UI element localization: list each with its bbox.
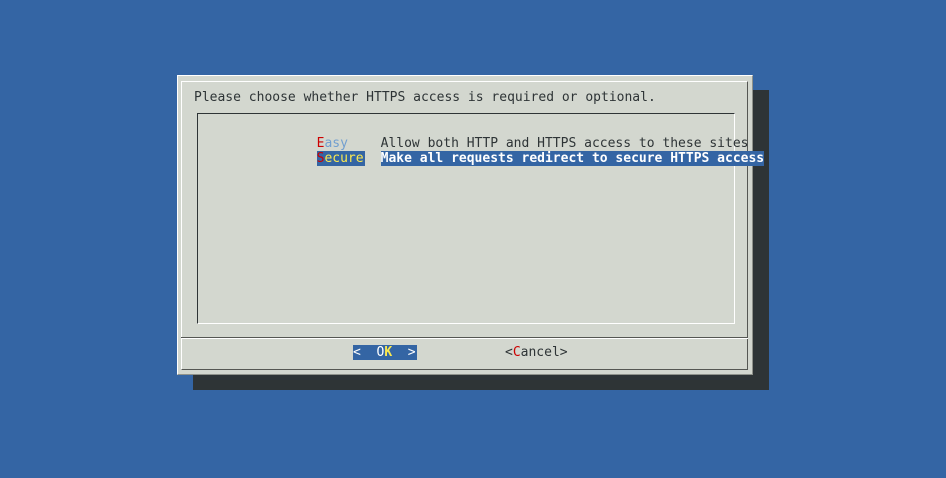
ok-bracket-right: > [392, 345, 416, 360]
tag-text: ecure [324, 151, 364, 166]
dialog-prompt: Please choose whether HTTPS access is re… [194, 90, 656, 105]
button-separator [181, 337, 748, 339]
cancel-hotkey: C [512, 345, 521, 360]
cancel-label-rest: ancel [520, 345, 560, 360]
menu-item-tag: Secure [316, 151, 365, 166]
cancel-button[interactable]: <Cancel> [505, 345, 568, 360]
ok-hotkey: K [384, 345, 393, 360]
menu-item-easy[interactable]: Easy Allow both HTTP and HTTPS access to … [254, 121, 749, 151]
menu-list: Easy Allow both HTTP and HTTPS access to … [197, 113, 765, 324]
menu-item-secure[interactable]: Secure Make all requests redirect to secu… [254, 136, 765, 166]
menu-item-description: Make all requests redirect to secure HTT… [380, 151, 765, 166]
ok-bracket-left: < [353, 345, 377, 360]
https-choice-dialog: Please choose whether HTTPS access is re… [177, 75, 765, 375]
cancel-bracket-left: < [505, 345, 513, 360]
terminal-screen: Please choose whether HTTPS access is re… [0, 0, 946, 478]
cancel-bracket-right: > [559, 345, 568, 360]
ok-button[interactable]: < OK > [353, 345, 417, 360]
